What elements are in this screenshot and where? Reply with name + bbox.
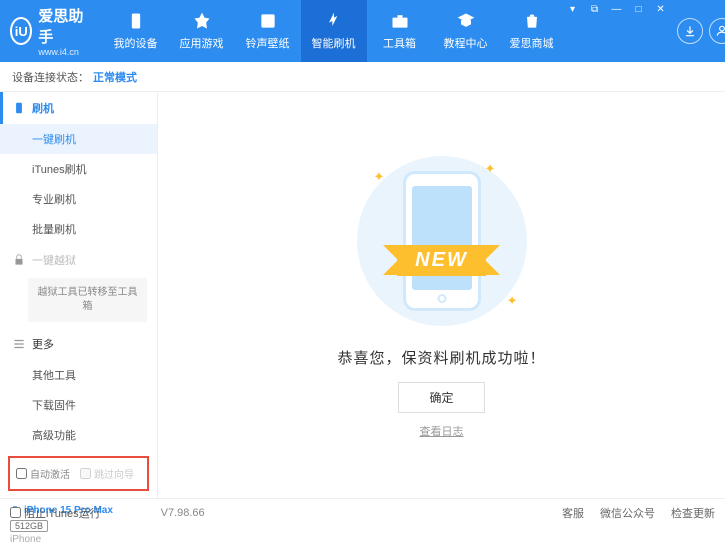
download-button[interactable] xyxy=(677,18,703,44)
nav-ringtones[interactable]: 铃声壁纸 xyxy=(235,0,301,62)
nav-store[interactable]: 爱思商城 xyxy=(499,0,565,62)
skip-guide-checkbox[interactable]: 跳过向导 xyxy=(80,466,134,481)
tutorial-icon xyxy=(456,11,476,31)
main-nav: 我的设备 应用游戏 铃声壁纸 智能刷机 工具箱 教程中心 爱思商城 xyxy=(103,0,565,62)
app-subtitle: www.i4.cn xyxy=(38,47,84,57)
minimize-icon[interactable]: — xyxy=(609,4,625,18)
app-logo: iU 爱思助手 www.i4.cn xyxy=(10,5,85,57)
nav-my-device[interactable]: 我的设备 xyxy=(103,0,169,62)
store-icon xyxy=(522,11,542,31)
new-ribbon: NEW xyxy=(397,245,486,276)
window-controls: ▾ ⧉ — □ ✕ xyxy=(565,0,669,62)
footer-support[interactable]: 客服 xyxy=(562,505,584,521)
close-icon[interactable]: ✕ xyxy=(653,4,669,18)
sidebar-group-more[interactable]: 更多 xyxy=(0,328,157,360)
sidebar-item-batch[interactable]: 批量刷机 xyxy=(0,214,157,244)
jailbreak-note: 越狱工具已转移至工具箱 xyxy=(28,278,147,322)
sidebar-item-oneclick[interactable]: 一键刷机 xyxy=(0,124,157,154)
lock-icon[interactable]: ⧉ xyxy=(587,4,603,18)
nav-apps[interactable]: 应用游戏 xyxy=(169,0,235,62)
user-button[interactable] xyxy=(709,18,725,44)
menu-icon[interactable]: ▾ xyxy=(565,4,581,18)
apps-icon xyxy=(192,11,212,31)
sidebar-item-other[interactable]: 其他工具 xyxy=(0,360,157,390)
status-label: 设备连接状态： xyxy=(12,69,89,85)
version-label: V7.98.66 xyxy=(161,507,205,519)
nav-tutorials[interactable]: 教程中心 xyxy=(433,0,499,62)
status-bar: 设备连接状态： 正常模式 xyxy=(0,62,725,92)
device-icon xyxy=(126,11,146,31)
device-type: iPhone xyxy=(10,534,147,545)
view-log-link[interactable]: 查看日志 xyxy=(420,423,464,439)
sidebar: 刷机 一键刷机 iTunes刷机 专业刷机 批量刷机 一键越狱 越狱工具已转移至… xyxy=(0,92,158,498)
phone-icon xyxy=(12,101,26,115)
sidebar-item-itunes[interactable]: iTunes刷机 xyxy=(0,154,157,184)
footer-update[interactable]: 检查更新 xyxy=(671,505,715,521)
block-itunes-checkbox[interactable]: 阻止iTunes运行 xyxy=(10,505,101,521)
sidebar-group-flash[interactable]: 刷机 xyxy=(0,92,157,124)
success-illustration: NEW ✦✦✦ xyxy=(352,151,532,331)
sidebar-group-jailbreak: 一键越狱 xyxy=(0,244,157,276)
nav-toolbox[interactable]: 工具箱 xyxy=(367,0,433,62)
maximize-icon[interactable]: □ xyxy=(631,4,647,18)
wallpaper-icon xyxy=(258,11,278,31)
auto-activate-checkbox[interactable]: 自动激活 xyxy=(16,466,70,481)
device-storage: 512GB xyxy=(10,520,48,532)
sidebar-item-firmware[interactable]: 下载固件 xyxy=(0,390,157,420)
lock-group-icon xyxy=(12,253,26,267)
sidebar-item-advanced[interactable]: 高级功能 xyxy=(0,420,157,450)
app-header: iU 爱思助手 www.i4.cn 我的设备 应用游戏 铃声壁纸 智能刷机 工具… xyxy=(0,0,725,62)
flash-icon xyxy=(324,11,344,31)
sidebar-item-pro[interactable]: 专业刷机 xyxy=(0,184,157,214)
ok-button[interactable]: 确定 xyxy=(398,382,484,413)
footer-wechat[interactable]: 微信公众号 xyxy=(600,505,655,521)
success-message: 恭喜您，保资料刷机成功啦！ xyxy=(337,347,545,368)
toolbox-icon xyxy=(390,11,410,31)
main-content: NEW ✦✦✦ 恭喜您，保资料刷机成功啦！ 确定 查看日志 xyxy=(158,92,725,498)
logo-icon: iU xyxy=(10,17,32,45)
status-value: 正常模式 xyxy=(93,69,137,85)
nav-flash[interactable]: 智能刷机 xyxy=(301,0,367,62)
more-icon xyxy=(12,337,26,351)
options-box: 自动激活 跳过向导 xyxy=(8,456,149,491)
app-title: 爱思助手 xyxy=(38,5,84,47)
